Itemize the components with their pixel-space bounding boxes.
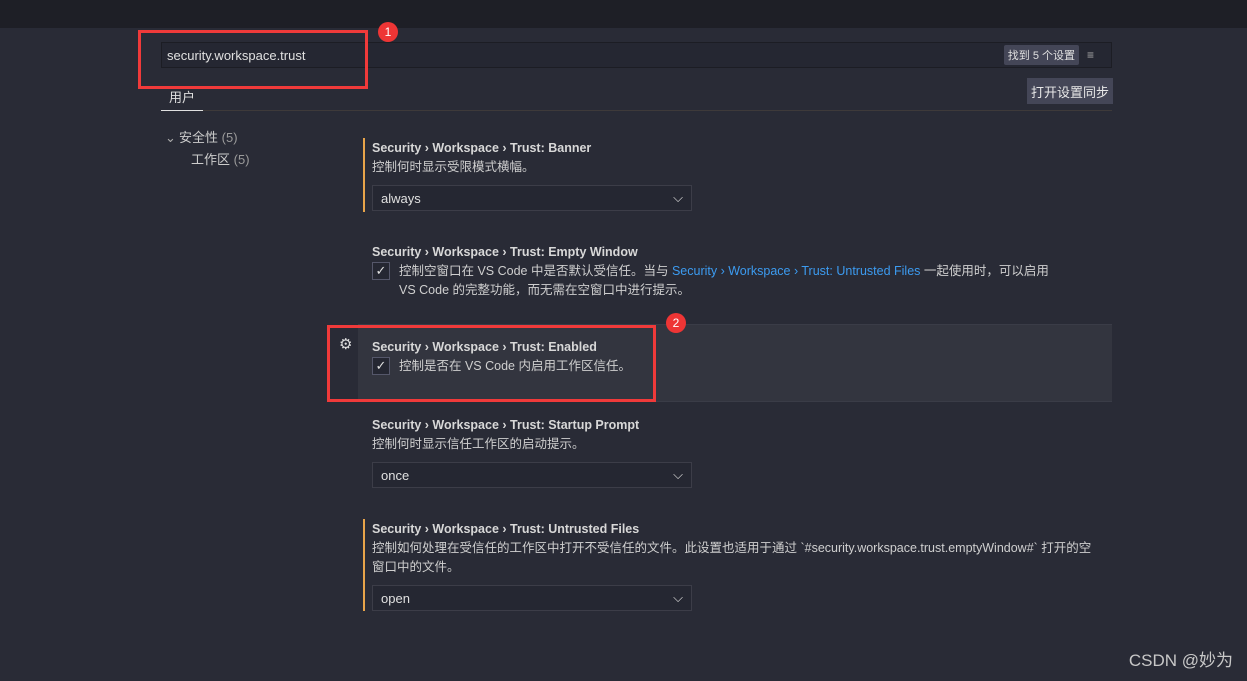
banner-select[interactable]: always ⌵ bbox=[372, 185, 692, 211]
divider bbox=[203, 110, 1112, 111]
setting-trust-startup-prompt: Security › Workspace › Trust: Startup Pr… bbox=[358, 415, 1112, 488]
chevron-down-icon: ⌄ bbox=[165, 130, 176, 145]
chevron-down-icon: ⌵ bbox=[673, 190, 683, 205]
chevron-down-icon: ⌵ bbox=[673, 467, 683, 482]
setting-trust-banner: Security › Workspace › Trust: Banner 控制何… bbox=[358, 138, 1112, 212]
result-count-badge: 找到 5 个设置 bbox=[1003, 45, 1079, 65]
startup-prompt-select[interactable]: once ⌵ bbox=[372, 462, 692, 488]
setting-trust-untrusted-files: Security › Workspace › Trust: Untrusted … bbox=[358, 519, 1112, 611]
watermark: CSDN @妙为 bbox=[1128, 651, 1233, 670]
open-settings-sync-button[interactable]: 打开设置同步 bbox=[1027, 78, 1114, 104]
settings-toc: ⌄ 安全性 (5) 工作区 (5) bbox=[165, 129, 250, 173]
toc-item-security[interactable]: ⌄ 安全性 (5) bbox=[165, 129, 250, 151]
title-bar bbox=[0, 0, 1247, 28]
setting-trust-empty-window: Security › Workspace › Trust: Empty Wind… bbox=[372, 245, 1049, 297]
untrusted-files-select[interactable]: open ⌵ bbox=[372, 585, 692, 611]
check-icon: ✓ bbox=[375, 263, 387, 278]
chevron-down-icon: ⌵ bbox=[673, 590, 683, 605]
empty-window-checkbox[interactable]: ✓ bbox=[372, 262, 390, 280]
untrusted-files-link[interactable]: Security › Workspace › Trust: Untrusted … bbox=[672, 264, 920, 278]
annotation-box-1 bbox=[138, 30, 368, 89]
annotation-box-2 bbox=[327, 325, 656, 402]
clear-filter-icon[interactable]: ≡ bbox=[1087, 48, 1101, 62]
annotation-badge-2: 2 bbox=[666, 313, 686, 333]
toc-item-workspace[interactable]: 工作区 (5) bbox=[165, 151, 250, 173]
annotation-badge-1: 1 bbox=[378, 22, 398, 42]
